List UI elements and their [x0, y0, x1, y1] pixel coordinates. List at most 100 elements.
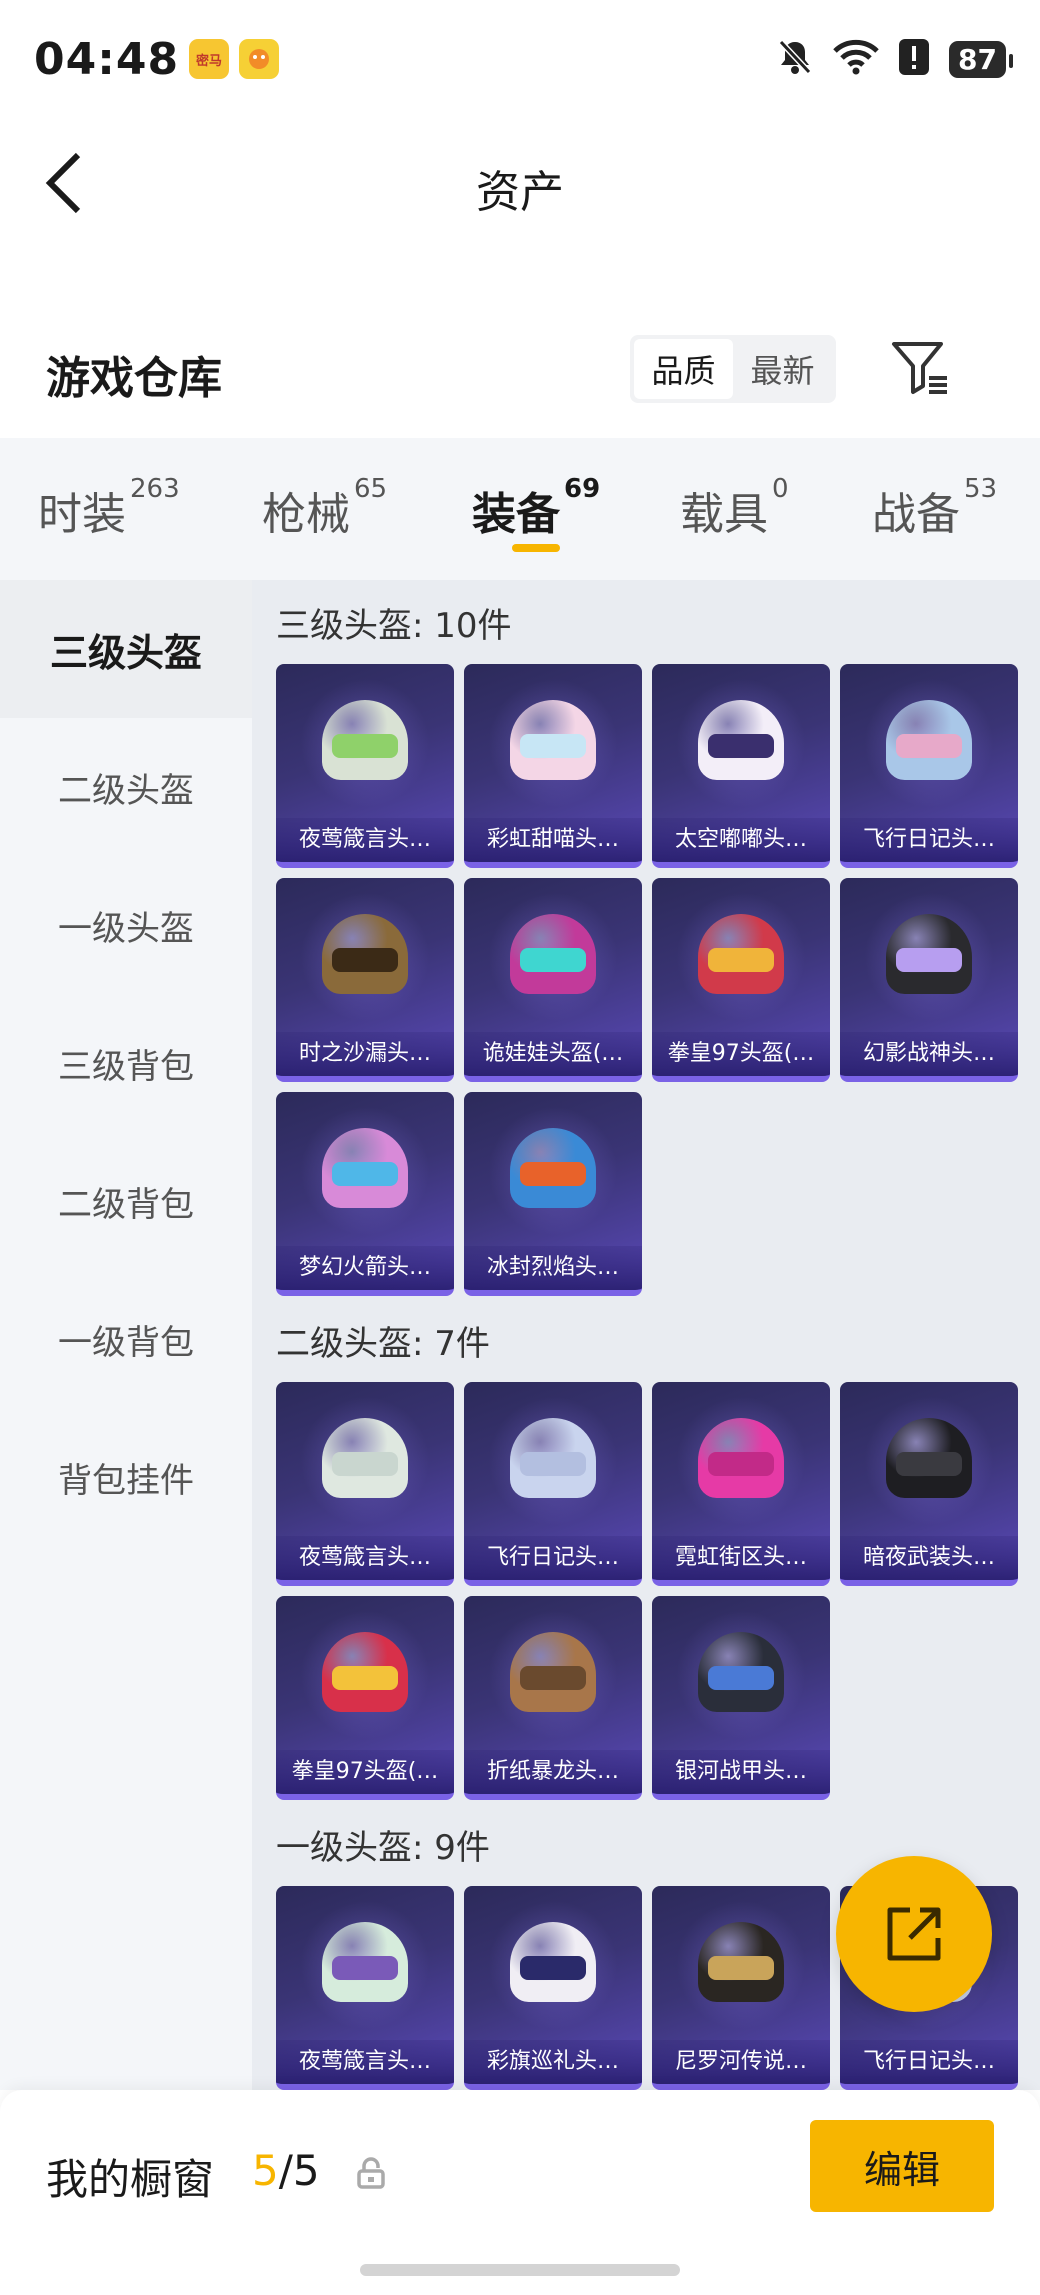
side-item-backpack-charm[interactable]: 背包挂件 — [0, 1408, 252, 1546]
item-name: 拳皇97头盔(… — [652, 1032, 830, 1076]
status-bar: 04:48 密马 87 — [0, 0, 1040, 118]
section-title: 三级头盔: 10件 — [276, 606, 512, 646]
item-card[interactable]: 时之沙漏头… — [276, 878, 454, 1082]
header: 资产 — [0, 118, 1040, 250]
item-card[interactable]: 霓虹街区头… — [652, 1382, 830, 1586]
item-name: 冰封烈焰头… — [464, 1246, 642, 1290]
side-item-level1-backpack[interactable]: 一级背包 — [0, 1270, 252, 1408]
tab-fashion[interactable]: 时装 263 — [38, 474, 180, 542]
helmet-visor — [708, 1666, 774, 1690]
status-time: 04:48 — [34, 33, 180, 85]
helmet-visor — [896, 1452, 962, 1476]
tab-equipment[interactable]: 装备 69 — [472, 474, 600, 542]
item-card[interactable]: 幻影战神头… — [840, 878, 1018, 1082]
helmet-visor — [520, 1162, 586, 1186]
tab-count: 0 — [772, 474, 789, 504]
helmet-visor — [896, 948, 962, 972]
share-icon — [887, 1907, 941, 1961]
item-name: 飞行日记头… — [464, 1536, 642, 1580]
helmet-visor — [708, 1956, 774, 1980]
helmet-visor — [520, 1452, 586, 1476]
item-name: 梦幻火箭头… — [276, 1246, 454, 1290]
active-tab-indicator — [512, 544, 560, 552]
item-card[interactable]: 夜莺箴言头… — [276, 1382, 454, 1586]
item-card[interactable]: 银河战甲头… — [652, 1596, 830, 1800]
item-name: 尼罗河传说… — [652, 2040, 830, 2084]
sort-toggle: 品质 最新 — [630, 335, 836, 403]
showcase-count: 5/5 — [252, 2146, 320, 2195]
item-card[interactable]: 彩虹甜喵头… — [464, 664, 642, 868]
item-card[interactable]: 夜莺箴言头… — [276, 664, 454, 868]
side-item-level2-helmet[interactable]: 二级头盔 — [0, 718, 252, 856]
showcase-current: 5 — [252, 2146, 279, 2195]
helmet-visor — [332, 1452, 398, 1476]
helmet-visor — [520, 948, 586, 972]
item-card[interactable]: 飞行日记头… — [840, 664, 1018, 868]
tab-label: 时装 — [38, 489, 126, 540]
item-card[interactable]: 彩旗巡礼头… — [464, 1886, 642, 2090]
page-title: 资产 — [476, 167, 564, 218]
side-item-level3-backpack[interactable]: 三级背包 — [0, 994, 252, 1132]
showcase-bar: 我的橱窗 5/5 编辑 — [0, 2090, 1040, 2295]
showcase-total: 5 — [292, 2146, 320, 2195]
section-title: 一级头盔: 9件 — [276, 1828, 490, 1868]
item-name: 暗夜武装头… — [840, 1536, 1018, 1580]
item-name: 夜莺箴言头… — [276, 2040, 454, 2084]
showcase-label: 我的橱窗 — [46, 2155, 215, 2204]
side-item-level3-helmet[interactable]: 三级头盔 — [0, 580, 252, 718]
item-card[interactable]: 飞行日记头… — [464, 1382, 642, 1586]
helmet-visor — [708, 734, 774, 758]
helmet-visor — [708, 1452, 774, 1476]
tab-weapons[interactable]: 枪械 65 — [262, 474, 387, 542]
helmet-visor — [332, 1666, 398, 1690]
item-card[interactable]: 冰封烈焰头… — [464, 1092, 642, 1296]
item-card[interactable]: 夜莺箴言头… — [276, 1886, 454, 2090]
home-indicator[interactable] — [360, 2264, 680, 2276]
mute-icon — [777, 38, 813, 80]
item-card[interactable]: 拳皇97头盔(… — [652, 878, 830, 1082]
side-item-level1-helmet[interactable]: 一级头盔 — [0, 856, 252, 994]
helmet-visor — [520, 1956, 586, 1980]
helmet-visor — [520, 734, 586, 758]
wifi-icon — [833, 39, 879, 79]
share-button[interactable] — [836, 1856, 992, 2012]
tab-vehicles[interactable]: 载具 0 — [680, 474, 789, 542]
battery-indicator: 87 — [949, 40, 1013, 78]
app-notification-icon: 密马 — [189, 39, 230, 79]
helmet-visor — [896, 734, 962, 758]
section-title: 二级头盔: 7件 — [276, 1324, 490, 1364]
alert-icon — [899, 39, 930, 79]
item-card[interactable]: 拳皇97头盔(… — [276, 1596, 454, 1800]
item-name: 太空嘟嘟头… — [652, 818, 830, 862]
tab-label: 载具 — [680, 489, 768, 540]
tab-label: 装备 — [472, 489, 560, 540]
helmet-visor — [332, 734, 398, 758]
showcase-separator: / — [278, 2146, 293, 2195]
item-name: 彩旗巡礼头… — [464, 2040, 642, 2084]
item-name: 拳皇97头盔(… — [276, 1750, 454, 1794]
tab-label: 战备 — [872, 489, 960, 540]
item-name: 夜莺箴言头… — [276, 1536, 454, 1580]
filter-button[interactable] — [888, 334, 952, 402]
item-name: 霓虹街区头… — [652, 1536, 830, 1580]
item-card[interactable]: 暗夜武装头… — [840, 1382, 1018, 1586]
helmet-visor — [332, 1162, 398, 1186]
item-card[interactable]: 尼罗河传说… — [652, 1886, 830, 2090]
side-item-level2-backpack[interactable]: 二级背包 — [0, 1132, 252, 1270]
tab-gear[interactable]: 战备 53 — [872, 474, 997, 542]
item-name: 飞行日记头… — [840, 818, 1018, 862]
item-card[interactable]: 太空嘟嘟头… — [652, 664, 830, 868]
helmet-visor — [332, 1956, 398, 1980]
tab-count: 69 — [564, 474, 601, 504]
item-card[interactable]: 折纸暴龙头… — [464, 1596, 642, 1800]
side-nav: 三级头盔 二级头盔 一级头盔 三级背包 二级背包 一级背包 背包挂件 — [0, 580, 252, 2090]
item-card[interactable]: 诡娃娃头盔(… — [464, 878, 642, 1082]
sort-newest-button[interactable]: 最新 — [733, 339, 832, 399]
sort-quality-button[interactable]: 品质 — [634, 339, 733, 399]
item-card[interactable]: 梦幻火箭头… — [276, 1092, 454, 1296]
edit-button[interactable]: 编辑 — [810, 2120, 994, 2212]
helmet-visor — [520, 1666, 586, 1690]
warehouse-header: 游戏仓库 品质 最新 — [0, 320, 1040, 420]
tab-count: 263 — [130, 474, 180, 504]
item-name: 夜莺箴言头… — [276, 818, 454, 862]
